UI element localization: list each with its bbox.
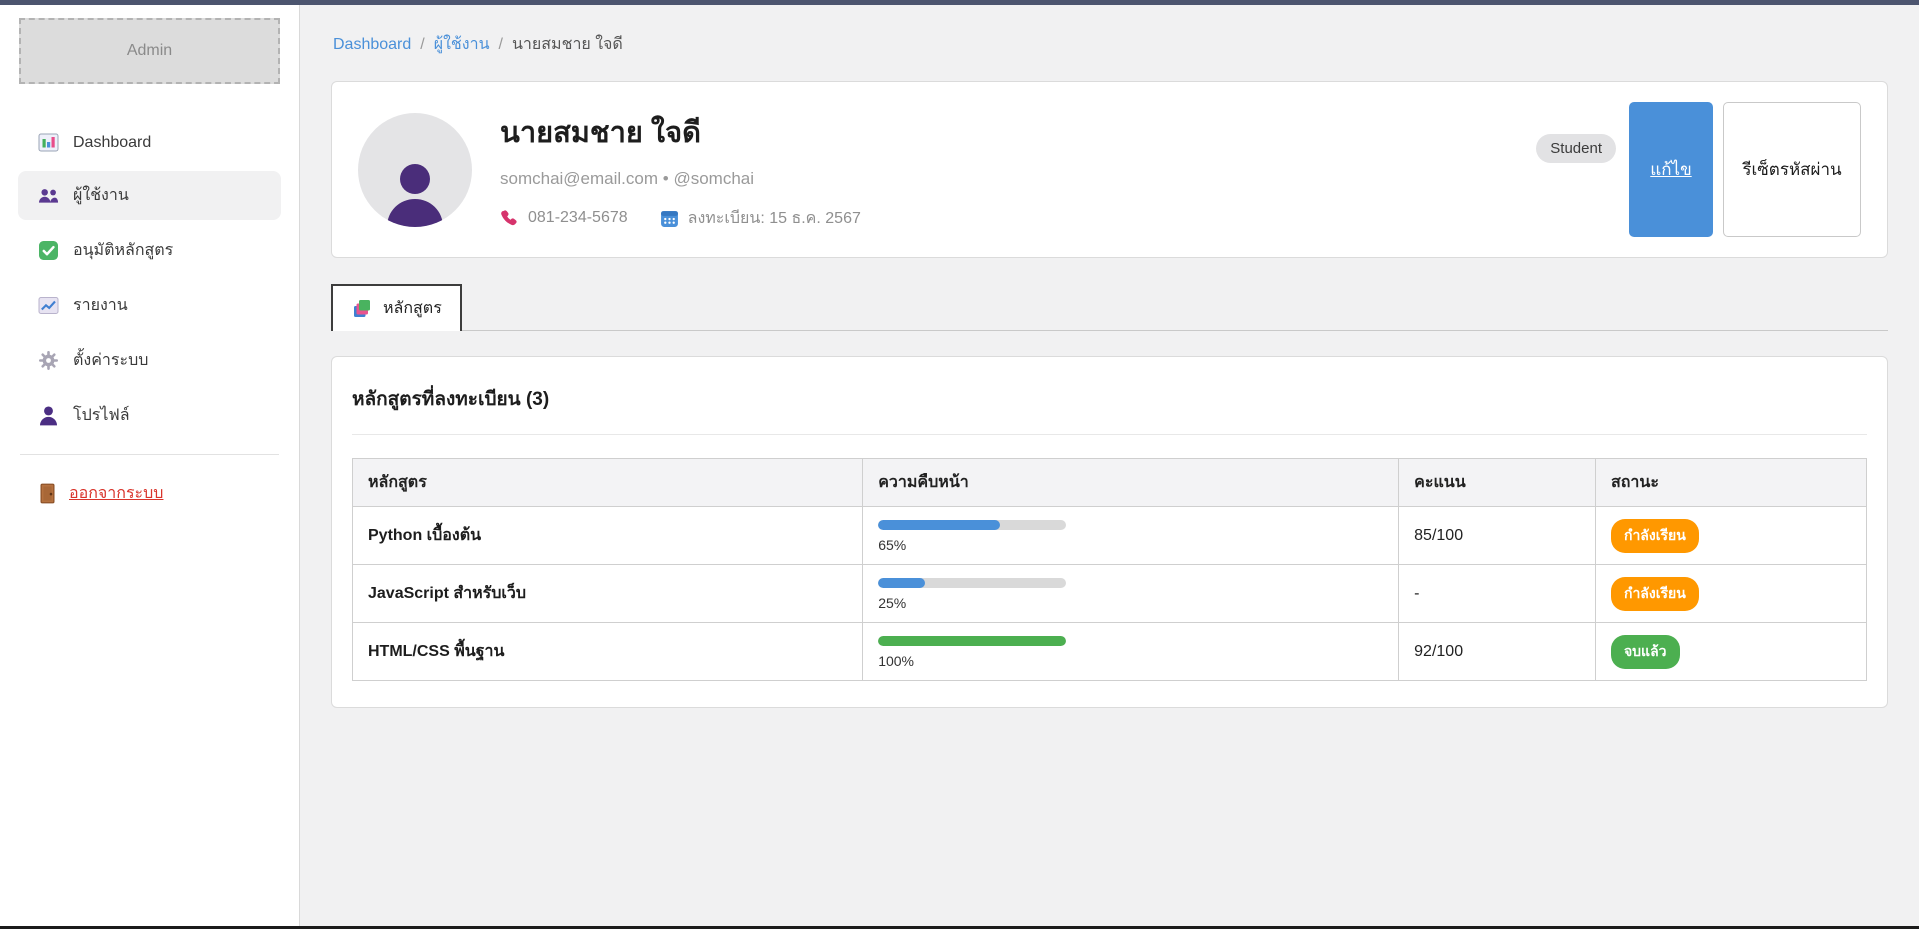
sidebar-item-label: ตั้งค่าระบบ <box>73 348 148 373</box>
profile-handle: @somchai <box>673 169 754 188</box>
admin-logo: Admin <box>19 18 280 84</box>
progress-bar <box>878 636 1066 646</box>
sidebar-divider <box>20 454 279 455</box>
courses-card: หลักสูตรที่ลงทะเบียน (3) หลักสูตรความคืบ… <box>331 356 1888 708</box>
person-silhouette-icon <box>380 157 450 227</box>
score-cell: 85/100 <box>1399 507 1596 565</box>
table-header-row: หลักสูตรความคืบหน้าคะแนนสถานะ <box>353 459 1867 507</box>
status-badge: จบแล้ว <box>1611 635 1680 669</box>
course-name: JavaScript สำหรับเว็บ <box>368 585 526 602</box>
table-row: JavaScript สำหรับเว็บ 25%-กำลังเรียน <box>353 565 1867 623</box>
course-name: HTML/CSS พื้นฐาน <box>368 643 504 660</box>
sidebar-nav: Dashboard ผู้ใช้งานอนุมัติหลักสูตรรายงานต… <box>0 120 299 440</box>
sidebar-item-โปรไฟล์[interactable]: โปรไฟล์ <box>0 391 299 440</box>
profile-email: somchai@email.com <box>500 169 658 188</box>
score-cell: 92/100 <box>1399 623 1596 681</box>
sidebar-item-ผู้ใช้งาน[interactable]: ผู้ใช้งาน <box>18 171 281 220</box>
breadcrumb: Dashboard / ผู้ใช้งาน / นายสมชาย ใจดี <box>331 5 1888 81</box>
sidebar-item-dashboard[interactable]: Dashboard <box>0 120 299 165</box>
breadcrumb-separator: / <box>499 36 503 53</box>
tab-courses[interactable]: หลักสูตร <box>331 284 462 331</box>
sidebar-item-label: Dashboard <box>73 134 151 152</box>
column-header: ความคืบหน้า <box>863 459 1399 507</box>
tab-courses-label: หลักสูตร <box>383 296 442 321</box>
card-divider <box>352 434 1867 435</box>
progress-label: 100% <box>878 653 1383 669</box>
tab-bar: หลักสูตร <box>331 284 1888 331</box>
sidebar-item-ตั้งค่าระบบ[interactable]: ตั้งค่าระบบ <box>0 336 299 385</box>
sidebar-item-label: โปรไฟล์ <box>73 403 130 428</box>
progress-bar <box>878 578 1066 588</box>
profile-actions: Student แก้ไข รีเซ็ตรหัสผ่าน <box>1536 102 1861 237</box>
table-row: Python เบื้องต้น 65% 85/100 กำลังเรียน <box>353 507 1867 565</box>
score-cell: - <box>1399 565 1596 623</box>
column-header: สถานะ <box>1595 459 1866 507</box>
avatar <box>358 113 472 227</box>
course-name: Python เบื้องต้น <box>368 527 481 544</box>
gear-icon <box>38 350 59 371</box>
sidebar-item-รายงาน[interactable]: รายงาน <box>0 281 299 330</box>
page-title: นายสมชาย ใจดี <box>500 109 1508 155</box>
sidebar-item-label: อนุมัติหลักสูตร <box>73 238 173 263</box>
column-header: หลักสูตร <box>353 459 863 507</box>
table-row: HTML/CSS พื้นฐาน 100% 92/100 จบแล้ว <box>353 623 1867 681</box>
calendar-icon <box>660 209 679 228</box>
status-badge: กำลังเรียน <box>1611 577 1699 611</box>
breadcrumb-separator: / <box>420 36 424 53</box>
profile-phone: 081-234-5678 <box>528 209 628 227</box>
main-content: Dashboard / ผู้ใช้งาน / นายสมชาย ใจดี นายสมช… <box>300 5 1919 926</box>
role-badge: Student <box>1536 134 1616 163</box>
breadcrumb-current: นายสมชาย ใจดี <box>512 36 623 53</box>
profile-meta-line: 081-234-5678 ลงทะเบียน: 15 ธ.ค. 2567 <box>500 206 1508 231</box>
sidebar-item-label: รายงาน <box>73 293 128 318</box>
check-icon <box>38 240 59 261</box>
sidebar-item-label: ผู้ใช้งาน <box>73 183 129 208</box>
card-title: หลักสูตรที่ลงทะเบียน (3) <box>352 384 1867 414</box>
bar-chart-icon <box>38 132 59 153</box>
phone-icon <box>500 209 519 228</box>
person-icon <box>38 405 59 426</box>
progress-bar <box>878 520 1066 530</box>
progress-label: 65% <box>878 537 1383 553</box>
progress-label: 25% <box>878 595 1383 611</box>
logout-label: ออกจากระบบ <box>69 481 163 506</box>
books-icon <box>351 299 372 318</box>
users-icon <box>38 185 59 206</box>
door-icon <box>38 483 57 504</box>
sidebar: Admin Dashboard ผู้ใช้งานอนุมัติหลักสูตรร… <box>0 5 300 926</box>
courses-table: หลักสูตรความคืบหน้าคะแนนสถานะ Python เบื… <box>352 458 1867 681</box>
sidebar-item-อนุมัติหลักสูตร[interactable]: อนุมัติหลักสูตร <box>0 226 299 275</box>
breadcrumb-link[interactable]: Dashboard <box>333 36 411 53</box>
profile-card: นายสมชาย ใจดี somchai@email.com • @somch… <box>331 81 1888 258</box>
profile-info: นายสมชาย ใจดี somchai@email.com • @somch… <box>500 109 1508 231</box>
breadcrumb-link[interactable]: ผู้ใช้งาน <box>434 36 490 53</box>
line-chart-icon <box>38 295 59 316</box>
column-header: คะแนน <box>1399 459 1596 507</box>
edit-button[interactable]: แก้ไข <box>1629 102 1713 237</box>
email-separator: • <box>663 169 669 188</box>
logout-link[interactable]: ออกจากระบบ <box>38 481 163 506</box>
profile-email-line: somchai@email.com • @somchai <box>500 169 1508 189</box>
profile-registered-date: ลงทะเบียน: 15 ธ.ค. 2567 <box>688 206 861 231</box>
status-badge: กำลังเรียน <box>1611 519 1699 553</box>
reset-password-button[interactable]: รีเซ็ตรหัสผ่าน <box>1723 102 1861 237</box>
